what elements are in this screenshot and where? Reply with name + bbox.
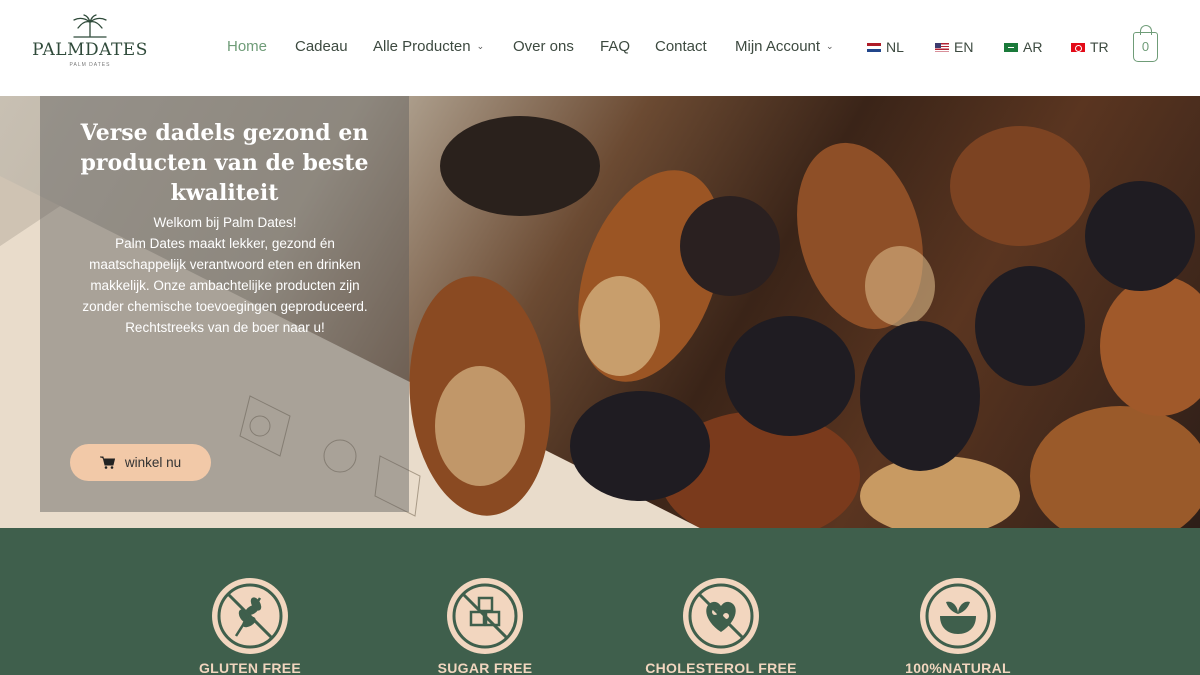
feature-sugar-free-label: SUGAR FREE <box>437 660 533 675</box>
shop-now-button[interactable]: winkel nu <box>70 444 211 481</box>
sugar-free-icon <box>447 578 523 654</box>
chevron-down-icon: ⌄ <box>476 41 485 51</box>
logo-tagline: PALM DATES <box>69 62 111 68</box>
hero-title: Verse dadels gezond en producten van de … <box>80 120 369 206</box>
hero-text-panel: Verse dadels gezond en producten van de … <box>40 96 409 512</box>
hero-intro: Welkom bij Palm Dates! <box>153 215 297 230</box>
features-strip: GLUTEN FREE SUGAR FREE CHOLESTEROL FREE <box>0 528 1200 675</box>
cholesterol-free-icon <box>683 578 759 654</box>
lang-tr-label: TR <box>1090 39 1109 55</box>
cart-icon <box>99 456 115 469</box>
nav-alle-producten[interactable]: Alle Producten ⌄ <box>373 38 484 55</box>
lang-ar[interactable]: AR <box>1004 39 1042 55</box>
logo-name: PALMDATES <box>32 40 148 60</box>
usa-flag-icon <box>935 42 949 52</box>
feature-natural: 100%NATURAL <box>878 576 1038 675</box>
site-logo[interactable]: PALMDATES PALM DATES <box>30 14 150 84</box>
hero-description: Welkom bij Palm Dates! Palm Dates maakt … <box>70 212 380 338</box>
nav-mijn-account-label: Mijn Account <box>735 38 821 55</box>
nav-contact[interactable]: Contact <box>655 38 707 55</box>
hero-banner: Verse dadels gezond en producten van de … <box>0 96 1200 528</box>
cart-count: 0 <box>1141 39 1150 54</box>
natural-bowl-icon <box>920 578 996 654</box>
feature-cholesterol-free: CHOLESTEROL FREE <box>641 576 801 675</box>
feature-gluten-free-label: GLUTEN FREE <box>198 660 302 675</box>
feature-natural-label: 100%NATURAL <box>905 660 1011 675</box>
lang-en-label: EN <box>954 39 974 55</box>
site-header: PALMDATES PALM DATES Home Cadeau Alle Pr… <box>0 0 1200 96</box>
nav-mijn-account[interactable]: Mijn Account ⌄ <box>735 38 834 55</box>
feature-sugar-free: SUGAR FREE <box>405 576 565 675</box>
saudi-flag-icon <box>1004 42 1018 52</box>
nav-faq[interactable]: FAQ <box>600 38 630 55</box>
lang-en[interactable]: EN <box>935 39 973 55</box>
shop-now-label: winkel nu <box>124 455 182 470</box>
lang-tr[interactable]: TR <box>1071 39 1109 55</box>
chevron-down-icon: ⌄ <box>826 41 834 51</box>
lang-ar-label: AR <box>1023 39 1043 55</box>
nav-home[interactable]: Home <box>227 38 267 55</box>
feature-gluten-free: GLUTEN FREE <box>170 576 330 675</box>
nav-alle-producten-label: Alle Producten <box>373 38 471 55</box>
lang-nl[interactable]: NL <box>867 39 904 55</box>
feature-cholesterol-free-label: CHOLESTEROL FREE <box>645 660 797 675</box>
netherlands-flag-icon <box>867 42 881 52</box>
shopping-bag-icon[interactable]: 0 <box>1133 25 1158 62</box>
gluten-free-icon <box>212 578 288 654</box>
palm-tree-icon <box>73 14 107 38</box>
turkey-flag-icon <box>1071 42 1085 52</box>
hero-body: Palm Dates maakt lekker, gezond én maats… <box>82 236 368 335</box>
nav-over-ons[interactable]: Over ons <box>513 38 574 55</box>
nav-cadeau[interactable]: Cadeau <box>295 38 348 55</box>
lang-nl-label: NL <box>886 39 904 55</box>
